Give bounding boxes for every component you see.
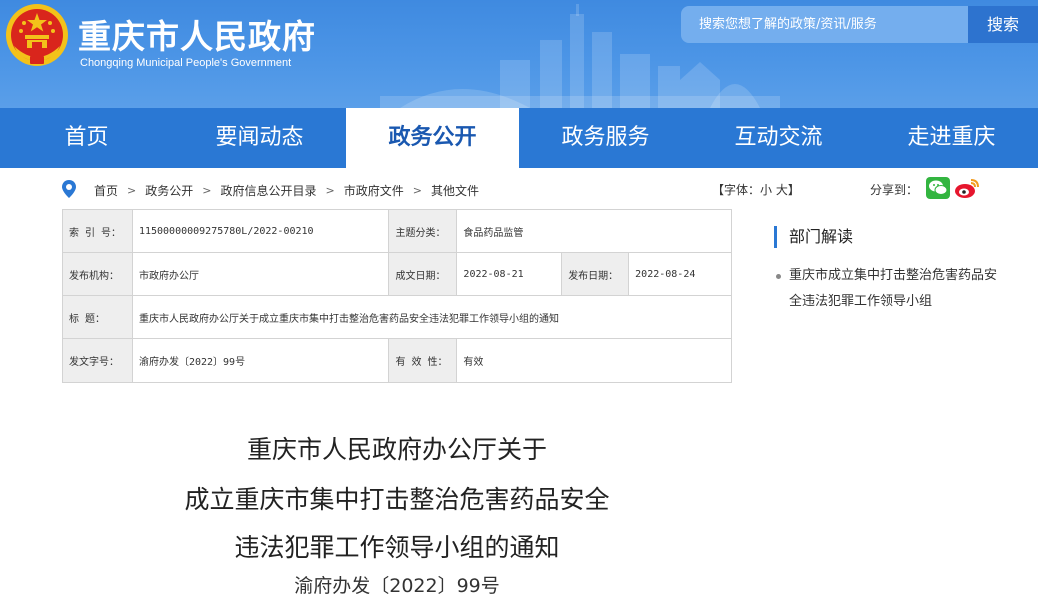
- breadcrumb-other-documents[interactable]: 其他文件: [431, 182, 479, 199]
- breadcrumb-municipal-documents[interactable]: 市政府文件: [344, 182, 404, 199]
- weibo-icon[interactable]: [954, 177, 980, 199]
- main-nav: 首页 要闻动态 政务公开 政务服务 互动交流 走进重庆: [0, 108, 1038, 168]
- document-info-table: 索 引 号： 11500000009275780L/2022-00210 主题分…: [62, 209, 733, 383]
- sidebar-link[interactable]: 重庆市成立集中打击整治危害药品安全违法犯罪工作领导小组: [789, 263, 999, 315]
- topic-label: 主题分类：: [388, 209, 458, 253]
- breadcrumb-bar: 首页 > 政务公开 > 政府信息公开目录 > 市政府文件 > 其他文件 【字体：…: [62, 176, 982, 202]
- breadcrumb-gov-affairs-public[interactable]: 政务公开: [145, 182, 193, 199]
- national-emblem-icon[interactable]: [4, 2, 70, 68]
- site-subtitle: Chongqing Municipal People's Government: [80, 57, 292, 69]
- publisher-label: 发布机构：: [62, 252, 133, 296]
- created-date-value: 2022-08-21: [456, 252, 563, 296]
- sidebar-heading: 部门解读: [774, 226, 853, 248]
- breadcrumb-separator: >: [202, 184, 212, 197]
- document-title-line-1: 重庆市人民政府办公厅关于: [246, 435, 547, 464]
- published-date-label: 发布日期：: [561, 252, 630, 296]
- breadcrumb: 首页 > 政务公开 > 政府信息公开目录 > 市政府文件 > 其他文件: [94, 182, 479, 199]
- font-size-control[interactable]: 【字体：小 大】: [712, 181, 800, 198]
- nav-item-home[interactable]: 首页: [0, 108, 173, 168]
- created-date-label: 成文日期：: [388, 252, 458, 296]
- document-content: 重庆市人民政府办公厅关于 成立重庆市集中打击整治危害药品安全 违法犯罪工作领导小…: [62, 384, 732, 597]
- index-number-label: 索 引 号：: [62, 209, 133, 253]
- search-input[interactable]: 搜索您想了解的政策/资讯/服务: [681, 6, 968, 43]
- site-header: 重庆市人民政府 Chongqing Municipal People's Gov…: [0, 0, 1038, 108]
- breadcrumb-separator: >: [127, 184, 137, 197]
- doc-number-value: 渝府办发〔2022〕99号: [131, 338, 390, 383]
- title-label: 标 题：: [62, 295, 133, 339]
- breadcrumb-info-catalog[interactable]: 政府信息公开目录: [220, 182, 316, 199]
- nav-item-about-chongqing[interactable]: 走进重庆: [865, 108, 1038, 168]
- document-title-line-3: 违法犯罪工作领导小组的通知: [234, 533, 560, 562]
- title-value: 重庆市人民政府办公厅关于成立重庆市集中打击整治危害药品安全违法犯罪工作领导小组的…: [131, 295, 733, 339]
- doc-number-label: 发文字号：: [62, 338, 133, 383]
- topic-value: 食品药品监管: [456, 209, 732, 253]
- breadcrumb-home[interactable]: 首页: [94, 182, 118, 199]
- nav-item-interaction[interactable]: 互动交流: [692, 108, 865, 168]
- bullet-icon: [776, 274, 781, 279]
- breadcrumb-separator: >: [325, 184, 335, 197]
- document-title-line-2: 成立重庆市集中打击整治危害药品安全: [184, 485, 610, 514]
- nav-item-news[interactable]: 要闻动态: [173, 108, 346, 168]
- published-date-value: 2022-08-24: [628, 252, 732, 296]
- breadcrumb-separator: >: [412, 184, 422, 197]
- share-label: 分享到：: [870, 183, 919, 197]
- location-pin-icon: [62, 180, 76, 198]
- index-number-value: 11500000009275780L/2022-00210: [131, 209, 390, 253]
- nav-item-gov-services[interactable]: 政务服务: [519, 108, 692, 168]
- search-button[interactable]: 搜索: [968, 6, 1038, 43]
- validity-label: 有 效 性：: [388, 338, 458, 383]
- wechat-icon[interactable]: [926, 177, 950, 199]
- site-title[interactable]: 重庆市人民政府: [78, 10, 316, 58]
- nav-item-gov-affairs-public[interactable]: 政务公开: [346, 108, 519, 168]
- validity-value: 有效: [456, 338, 732, 383]
- publisher-value: 市政府办公厅: [131, 252, 390, 296]
- document-number: 渝府办发〔2022〕99号: [294, 575, 500, 597]
